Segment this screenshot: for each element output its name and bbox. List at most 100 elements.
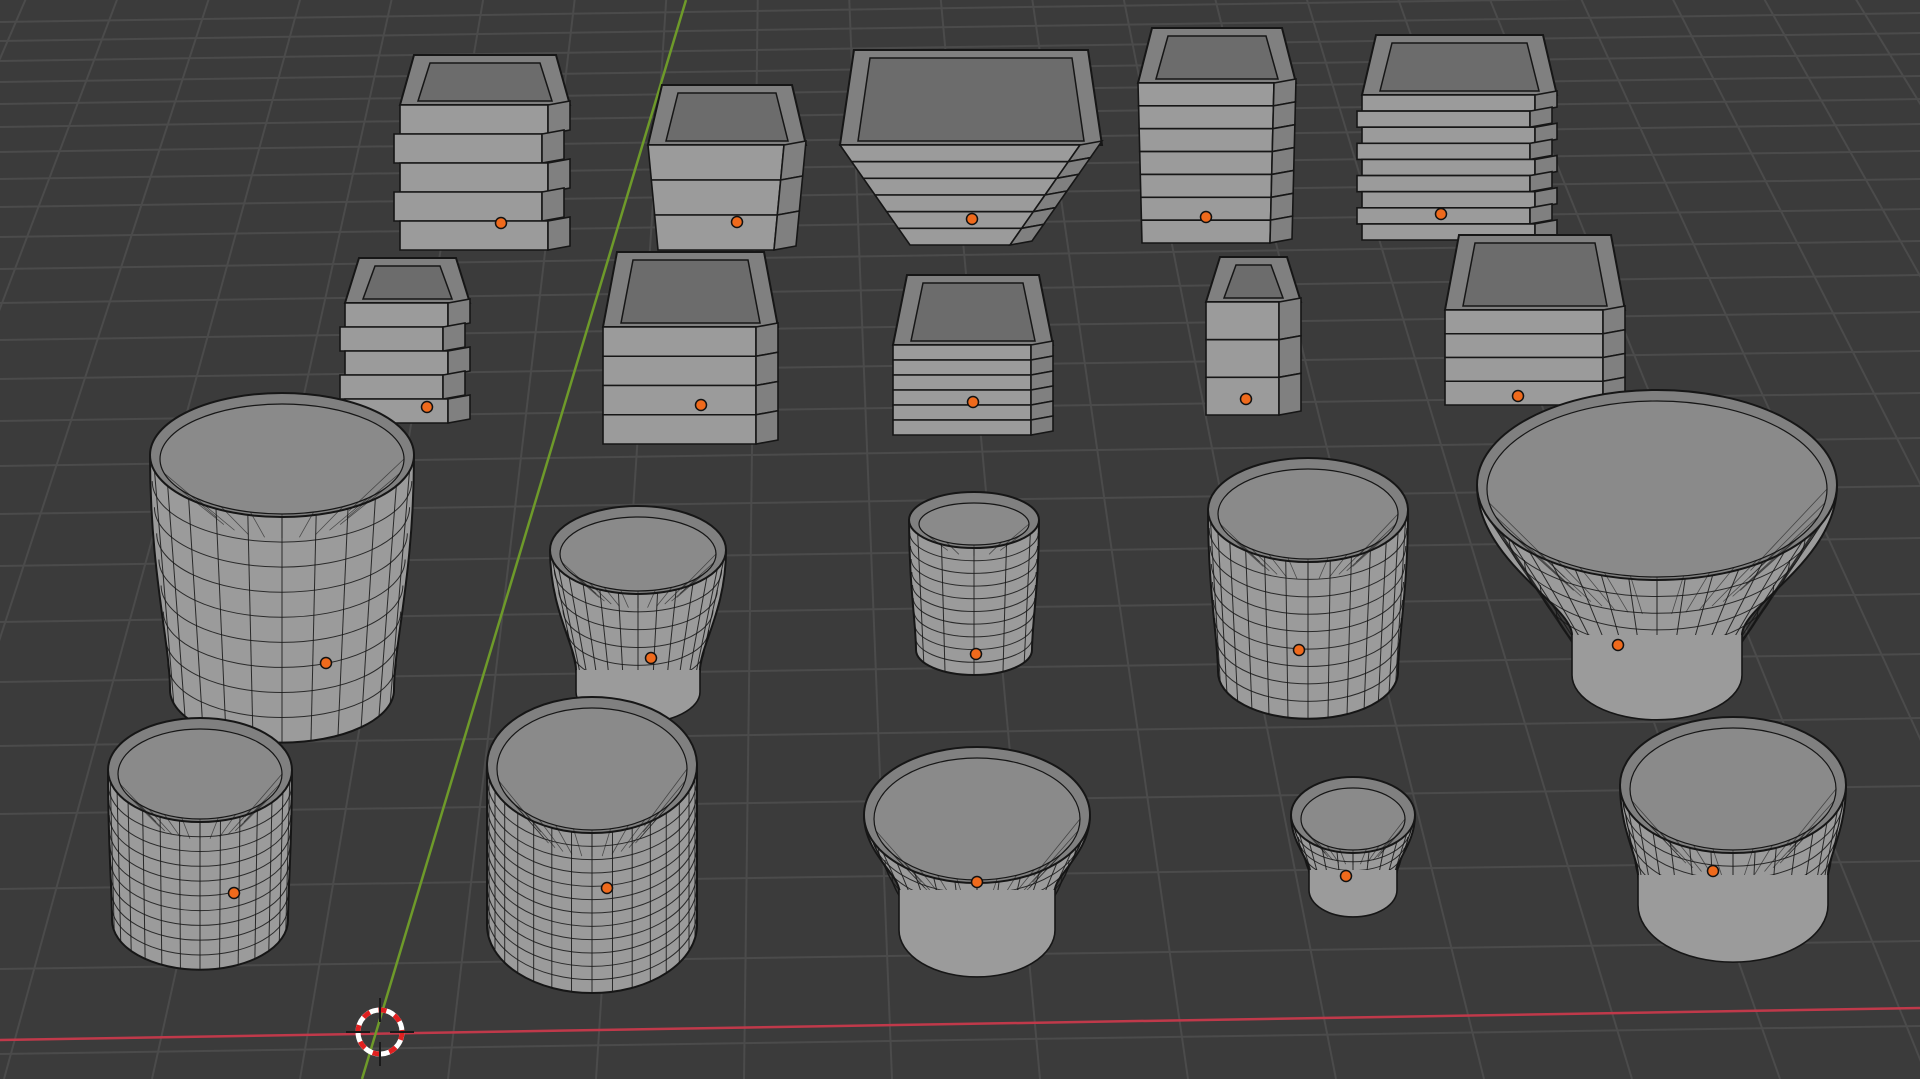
pot-front-segment: [1444, 309, 1604, 335]
pot-side-segment: [547, 158, 571, 193]
pot-side-segment: [541, 129, 565, 164]
round-pot-5[interactable]: [485, 696, 699, 994]
pot-front-segment: [1356, 142, 1531, 161]
pot-front-segment: [1137, 105, 1275, 130]
pot-foot: [898, 890, 1056, 978]
pot-front-segment: [1137, 82, 1275, 107]
square-pot-2[interactable]: [646, 84, 808, 251]
pot-side-segment: [447, 394, 471, 424]
pot-front-segment: [1356, 110, 1531, 129]
round-pot-4[interactable]: [106, 717, 294, 971]
octagonal-pot[interactable]: [907, 491, 1041, 676]
pot-side-segment: [442, 322, 466, 352]
pot-side-segment: [547, 100, 571, 135]
pot-side-segment: [541, 187, 565, 222]
object-origin-dot: [970, 875, 984, 889]
pot-side: [647, 140, 807, 251]
object-origin-dot: [420, 400, 434, 414]
square-pot-1[interactable]: [393, 54, 572, 251]
pot-front-segment: [1139, 173, 1273, 199]
pot-front-segment: [1140, 219, 1272, 244]
pot-front-segment: [892, 389, 1032, 406]
pot-front-segment: [647, 144, 785, 181]
pot-interior: [361, 265, 454, 300]
pot-interior: [1155, 35, 1279, 80]
pot-front-segment: [892, 404, 1032, 421]
small-round-pot[interactable]: [1289, 776, 1417, 918]
pot-front-segment: [1205, 301, 1280, 341]
pot-front-segment: [399, 162, 549, 193]
3d-viewport[interactable]: [0, 0, 1920, 1079]
object-origin-dot: [600, 881, 614, 895]
pot-front-segment: [1361, 94, 1536, 112]
pot-foot: [1571, 635, 1743, 721]
square-pot-4[interactable]: [1136, 27, 1298, 244]
pot-front-segment: [650, 179, 782, 216]
pot-front-segment: [399, 220, 549, 251]
square-pot-6[interactable]: [339, 257, 472, 424]
object-origin-dot: [969, 647, 983, 661]
pot-front-segment: [602, 326, 757, 358]
pot-front-segment: [1361, 126, 1536, 145]
pot-side: [1444, 305, 1626, 406]
pot-interior: [117, 728, 283, 820]
pot-front-segment: [1444, 356, 1604, 383]
square-pot-7[interactable]: [601, 251, 780, 445]
object-origin-dot: [319, 656, 333, 670]
pot-front-segment: [892, 419, 1032, 436]
pot-front-segment: [393, 133, 543, 164]
pot-front-segment: [602, 355, 757, 387]
round-pot-2[interactable]: [548, 505, 728, 724]
square-pot-10[interactable]: [1443, 234, 1627, 406]
pot-front-segment: [399, 104, 549, 135]
pot-side: [393, 100, 571, 251]
pot-interior: [159, 403, 405, 515]
round-pot-1[interactable]: [148, 392, 416, 744]
pot-side: [1356, 90, 1558, 241]
square-pot-8[interactable]: [891, 274, 1055, 436]
pot-side: [1137, 78, 1297, 244]
pot-side-segment: [755, 380, 779, 416]
pot-side-segment: [447, 346, 471, 376]
pot-side-segment: [1278, 334, 1302, 379]
pot-side-segment: [547, 216, 571, 251]
object-origin-dot: [644, 651, 658, 665]
pot-front-segment: [892, 344, 1032, 361]
pot-interior: [1300, 787, 1406, 851]
object-origin-dot: [1292, 643, 1306, 657]
pot-front-segment: [896, 227, 1024, 246]
object-origin-dot: [965, 212, 979, 226]
pot-front-segment: [892, 374, 1032, 391]
pot-interior: [910, 282, 1036, 342]
object-origin-dot: [494, 216, 508, 230]
pot-front-segment: [344, 350, 449, 376]
pot-front-segment: [1356, 174, 1531, 193]
object-origin-dot: [1199, 210, 1213, 224]
pot-front-segment: [1138, 150, 1274, 176]
pot-front-segment: [892, 359, 1032, 376]
object-origin-dot: [1239, 392, 1253, 406]
wide-bowl-pot[interactable]: [1618, 716, 1848, 963]
pot-front-segment: [339, 326, 444, 352]
pot-front-segment: [861, 177, 1059, 196]
round-pot-3[interactable]: [1206, 457, 1410, 720]
pot-front-segment: [602, 413, 757, 445]
pot-front-segment: [1361, 190, 1536, 209]
pot-side-segment: [442, 370, 466, 400]
pot-side-segment: [447, 298, 471, 328]
object-origin-dot: [1434, 207, 1448, 221]
object-origin-dot: [1611, 638, 1625, 652]
pot-interior: [1462, 242, 1608, 307]
pot-front-segment: [1138, 127, 1274, 153]
pot-interior: [857, 57, 1085, 142]
object-origin-dot: [1511, 389, 1525, 403]
pot-front-segment: [1361, 158, 1536, 177]
pot-front-segment: [885, 210, 1035, 230]
pot-front-segment: [1444, 332, 1604, 359]
square-pot-9[interactable]: [1204, 256, 1303, 416]
pot-interior: [665, 92, 789, 142]
object-origin-dot: [227, 886, 241, 900]
pot-front-segment: [838, 144, 1082, 163]
pot-front-segment: [873, 194, 1047, 213]
square-pot-5[interactable]: [1356, 34, 1559, 241]
